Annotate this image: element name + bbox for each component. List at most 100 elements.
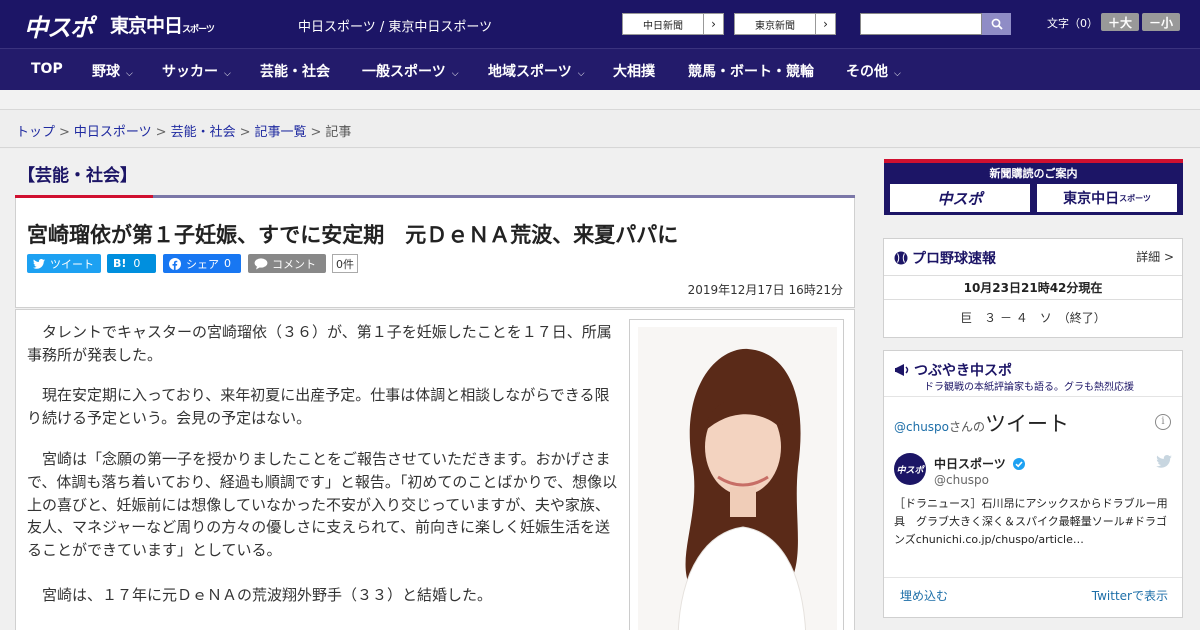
account-handle[interactable]: @chuspo (934, 473, 989, 487)
baseball-scores-widget: プロ野球速報 詳細 > 10月23日21時42分現在 巨 ３ － ４ ソ （終了… (883, 238, 1183, 338)
twitter-bird-icon[interactable] (1156, 455, 1172, 468)
portrait-illustration (638, 327, 837, 630)
logo-chuspo[interactable]: 中スポ (24, 8, 94, 43)
nav-label: その他 (846, 64, 888, 80)
article-date: 2019年12月17日 16時21分 (687, 283, 843, 297)
tokyo-shimbun-label: 東京新聞 (755, 20, 795, 32)
baseball-widget-title: プロ野球速報 (894, 248, 996, 268)
speech-bubble-icon (254, 257, 268, 269)
subscribe-tokyo-sub: スポーツ (1119, 193, 1151, 203)
twitter-bird-icon (33, 258, 45, 269)
chunichi-shimbun-link[interactable]: 中日新聞 › (622, 13, 724, 35)
breadcrumb-chunichi-sports[interactable]: 中日スポーツ (74, 125, 152, 140)
chevron-down-icon: ⌵ (224, 69, 231, 79)
site-names: 中日スポーツ / 東京中日スポーツ (298, 20, 493, 35)
breadcrumb-separator: > (239, 125, 251, 140)
chevron-down-icon: ⌵ (894, 69, 901, 79)
breadcrumb-article-list[interactable]: 記事一覧 (255, 125, 307, 140)
article-photo (638, 327, 837, 630)
category-title: 【芸能・社会】 (18, 166, 137, 186)
tweet-button[interactable]: ツイート (27, 254, 101, 273)
chevron-down-icon: ⌵ (451, 69, 459, 79)
article-headline: 宮崎瑠依が第１子妊娠、すでに安定期 元ＤｅＮＡ荒波、来夏パパに (27, 223, 679, 247)
hatena-count: 0 (133, 257, 141, 270)
tweet-label: ツイート (50, 257, 94, 271)
breadcrumb-separator: > (59, 125, 70, 140)
subscription-banner[interactable]: 新聞購読のご案内 中スポ 東京中日 スポーツ (884, 159, 1183, 215)
timeline-handle-suffix: さんの (949, 420, 986, 434)
facebook-share-button[interactable]: シェア 0 (163, 254, 241, 273)
timeline-handle[interactable]: @chuspo (894, 420, 949, 434)
facebook-share-label: シェア (186, 257, 219, 271)
chevron-right-icon: › (703, 14, 723, 34)
nav-sumo[interactable]: 大相撲 (613, 61, 655, 81)
nav-top[interactable]: TOP (31, 61, 63, 77)
fontsize-increase-button[interactable]: ＋大 (1101, 13, 1139, 31)
fontsize-label: 文字（0） (1047, 17, 1098, 30)
hatena-bookmark-button[interactable]: B! 0 (107, 254, 156, 273)
baseball-updated-time: 10月23日21時42分現在 (884, 275, 1182, 300)
info-icon[interactable]: i (1155, 414, 1171, 430)
twitter-title-label: つぶやき中スポ (914, 363, 1012, 379)
embed-link[interactable]: 埋め込む (900, 587, 948, 604)
top-header: 中スポ 東京中日スポーツ 中日スポーツ / 東京中日スポーツ 中日新聞 › 東京… (0, 0, 1200, 48)
nav-baseball[interactable]: 野球 ⌵ (92, 61, 133, 81)
article-paragraph: 宮崎は、１７年に元ＤｅＮＡの荒波翔外野手（３３）と結婚した。 (27, 586, 493, 604)
subscribe-tokyo-chunichi-button[interactable]: 東京中日 スポーツ (1035, 182, 1179, 214)
tokyo-shimbun-link[interactable]: 東京新聞 › (734, 13, 836, 35)
logo-tokyo-main: 東京中日 (110, 15, 183, 37)
subscribe-chuspo-button[interactable]: 中スポ (888, 182, 1032, 214)
breadcrumb-top[interactable]: トップ (16, 125, 55, 140)
tweet-text[interactable]: ［ドラニュース］石川昂にアシックスからドラブルー用具 グラブ大きく深く＆スパイク… (894, 495, 1174, 549)
twitter-widget-title: つぶやき中スポ (894, 360, 1012, 380)
baseball-score-row[interactable]: 巨 ３ － ４ ソ （終了） (884, 309, 1182, 326)
timeline-label: ツイート (985, 412, 1070, 436)
nav-label: 地域スポーツ (488, 64, 572, 80)
search-button[interactable] (982, 13, 1011, 35)
comment-count-badge: 0件 (332, 254, 358, 273)
twitter-divider (884, 396, 1182, 397)
chevron-down-icon: ⌵ (577, 69, 585, 79)
chevron-right-icon: › (815, 14, 835, 34)
breadcrumb-entertainment[interactable]: 芸能・社会 (171, 125, 236, 140)
breadcrumb-current: 記事 (325, 125, 352, 140)
account-name: 中日スポーツ (934, 457, 1006, 471)
baseball-detail-link[interactable]: 詳細 > (1136, 248, 1174, 265)
nav-local-sports[interactable]: 地域スポーツ ⌵ (488, 61, 585, 81)
nav-label: サッカー (162, 64, 218, 80)
nav-other[interactable]: その他 ⌵ (846, 61, 901, 81)
nav-entertainment[interactable]: 芸能・社会 (260, 61, 330, 81)
logo-tokyo-chunichi[interactable]: 東京中日スポーツ (110, 11, 215, 38)
nav-spacer (0, 90, 1200, 110)
breadcrumb: トップ > 中日スポーツ > 芸能・社会 > 記事一覧 > 記事 (0, 111, 1200, 148)
timeline-header: @chuspoさんのツイート (894, 408, 1069, 438)
megaphone-icon (895, 364, 909, 376)
search-icon (991, 18, 1003, 30)
article-paragraph: タレントでキャスターの宮崎瑠依（３６）が、第１子を妊娠したことを１７日、所属事務… (27, 323, 612, 364)
subscription-title: 新聞購読のご案内 (989, 167, 1078, 180)
account-name-row[interactable]: 中日スポーツ (934, 455, 1025, 472)
nav-general-sports[interactable]: 一般スポーツ ⌵ (362, 61, 459, 81)
nav-keiba[interactable]: 競馬・ボート・競輪 (688, 61, 814, 81)
comment-label: コメント (272, 257, 316, 271)
chevron-down-icon: ⌵ (126, 69, 133, 79)
facebook-icon (169, 257, 181, 270)
nav-label: 競馬・ボート・競輪 (688, 64, 814, 80)
main-nav: TOP 野球 ⌵ サッカー ⌵ 芸能・社会 一般スポーツ ⌵ 地域スポーツ ⌵ 大相撲 … (0, 48, 1200, 90)
comment-button[interactable]: コメント (248, 254, 326, 273)
account-avatar[interactable]: 中スポ (894, 453, 926, 485)
nav-label: 芸能・社会 (260, 64, 330, 80)
article-photo-frame[interactable] (629, 319, 844, 630)
twitter-widget: つぶやき中スポ ドラ観戦の本紙評論家も語る。グラも熱烈応援 @chuspoさんの… (883, 350, 1183, 618)
article-paragraph: 現在安定期に入っており、来年初夏に出産予定。仕事は体調と相談しながらできる限り続… (27, 386, 610, 427)
chunichi-shimbun-label: 中日新聞 (643, 20, 683, 32)
nav-soccer[interactable]: サッカー ⌵ (162, 61, 231, 81)
view-on-twitter-link[interactable]: Twitterで表示 (1092, 587, 1168, 604)
twitter-widget-subtitle: ドラ観戦の本紙評論家も語る。グラも熱烈応援 (924, 382, 1134, 393)
subscribe-tokyo-label: 東京中日 (1063, 191, 1120, 207)
article-paragraph: 宮崎は「念願の第一子を授かりましたことをご報告させていただきます。おかげさまで、… (27, 450, 618, 560)
breadcrumb-separator: > (310, 125, 322, 140)
fontsize-decrease-button[interactable]: －小 (1142, 13, 1180, 31)
search-input[interactable] (860, 13, 982, 35)
breadcrumb-separator: > (155, 125, 167, 140)
